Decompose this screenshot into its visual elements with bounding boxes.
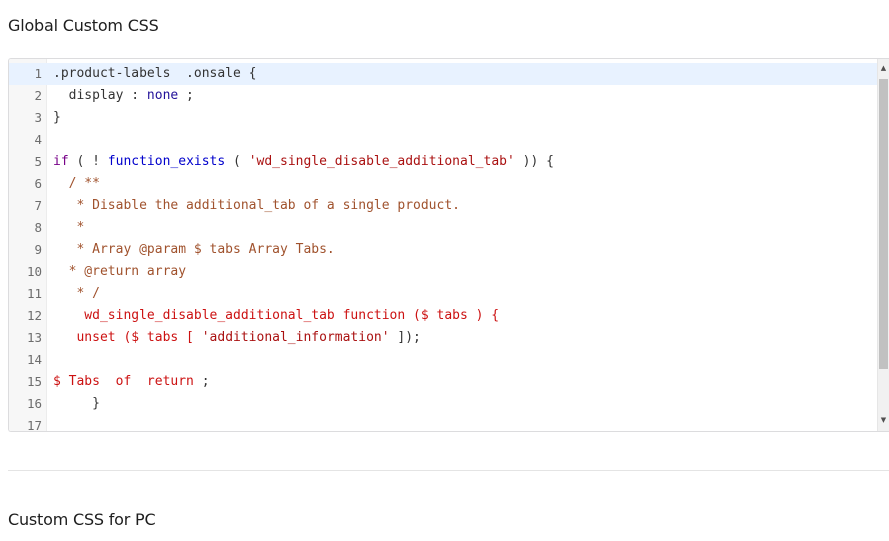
code-token: )) { (514, 154, 554, 169)
line-number: 7 (34, 198, 42, 213)
line-number: 8 (34, 220, 42, 235)
code-line[interactable]: 11 * / (9, 283, 877, 305)
line-number: 14 (26, 352, 42, 367)
line-number: 3 (34, 110, 42, 125)
code-line[interactable]: 7 * Disable the additional_tab of a sing… (9, 195, 877, 217)
custom-css-pc-title: Custom CSS for PC (8, 510, 156, 529)
code-token: ( ! (68, 154, 108, 169)
code-line[interactable]: 14 (9, 349, 877, 371)
code-token: ]); (389, 330, 421, 345)
line-number: 12 (26, 308, 42, 323)
code-line[interactable]: 15 $ Tabs of return ; (9, 371, 877, 393)
code-text: $ Tabs of return ; (53, 371, 210, 393)
code-line[interactable]: 13 unset ($ tabs [ 'additional_informati… (9, 327, 877, 349)
code-line[interactable]: 8 * (9, 217, 877, 239)
code-text: display : none ; (53, 85, 194, 107)
triangle-down-icon[interactable]: ▼ (878, 413, 889, 427)
code-text: } (53, 393, 100, 415)
code-token: display : (53, 88, 147, 103)
code-token: function_exists (107, 154, 226, 169)
code-line[interactable]: 1 .product-labels .onsale { (9, 63, 877, 85)
code-token: } (53, 110, 61, 125)
code-token: wd_single_disable_additional_tab functio… (53, 308, 500, 323)
code-token: * Array @param $ tabs Array Tabs. (53, 242, 335, 257)
code-token: .product-labels .onsale { (53, 66, 257, 81)
line-number: 15 (26, 374, 42, 389)
code-line[interactable]: 2 display : none ; (9, 85, 877, 107)
line-number: 6 (34, 176, 42, 191)
code-token: ; (193, 374, 210, 389)
code-token: 'wd_single_disable_additional_tab' (248, 154, 515, 169)
code-text: * Disable the additional_tab of a single… (53, 195, 460, 217)
line-number: 11 (26, 286, 42, 301)
code-token: * @return array (53, 264, 187, 279)
code-text: wd_single_disable_additional_tab functio… (53, 305, 499, 327)
code-line[interactable]: 6 / ** (9, 173, 877, 195)
code-line[interactable]: 5 if ( ! function_exists ( 'wd_single_dis… (9, 151, 877, 173)
line-number: 4 (34, 132, 42, 147)
line-number: 10 (26, 264, 42, 279)
code-line[interactable]: 12 wd_single_disable_additional_tab func… (9, 305, 877, 327)
editor-vertical-scrollbar[interactable]: ▲ ▼ (877, 59, 889, 431)
code-text: / ** (53, 173, 100, 195)
code-text: * / (53, 283, 100, 305)
line-number: 17 (26, 418, 42, 432)
code-token: ( (225, 154, 249, 169)
code-text: } (53, 107, 61, 129)
code-lines[interactable]: 1 .product-labels .onsale { 2 display : no… (9, 63, 877, 432)
code-token: 'additional_information' (201, 330, 390, 345)
code-token: if (53, 154, 69, 169)
code-text: if ( ! function_exists ( 'wd_single_disa… (53, 151, 554, 173)
code-text: * @return array (53, 261, 186, 283)
code-line[interactable]: 4 (9, 129, 877, 151)
global-css-code-editor[interactable]: 1 .product-labels .onsale { 2 display : no… (8, 58, 889, 432)
code-text: * (53, 217, 84, 239)
code-text: unset ($ tabs [ 'additional_information'… (53, 327, 421, 349)
scrollbar-thumb[interactable] (879, 79, 888, 369)
code-text: .product-labels .onsale { (53, 63, 257, 85)
code-line[interactable]: 9 * Array @param $ tabs Array Tabs. (9, 239, 877, 261)
line-number: 1 (34, 66, 42, 81)
code-token: ; (178, 88, 194, 103)
code-line[interactable]: 3} (9, 107, 877, 129)
code-token: * / (53, 286, 100, 301)
code-line[interactable]: 17 (9, 415, 877, 432)
code-text: * Array @param $ tabs Array Tabs. (53, 239, 335, 261)
code-token: * (53, 220, 85, 235)
section-divider (8, 470, 889, 471)
line-number: 13 (26, 330, 42, 345)
line-number: 2 (34, 88, 42, 103)
line-number: 16 (26, 396, 42, 411)
code-token: / ** (53, 176, 100, 191)
code-line[interactable]: 10 * @return array (9, 261, 877, 283)
code-token: unset ($ tabs [ (53, 330, 202, 345)
line-number: 9 (34, 242, 42, 257)
code-token: } (53, 396, 100, 411)
code-token: $ Tabs of return (53, 374, 194, 389)
code-line[interactable]: 16 } (9, 393, 877, 415)
line-number: 5 (34, 154, 42, 169)
code-token: none (146, 88, 179, 103)
global-custom-css-title: Global Custom CSS (8, 16, 159, 35)
code-token: * Disable the additional_tab of a single… (53, 198, 460, 213)
triangle-up-icon[interactable]: ▲ (878, 61, 889, 75)
